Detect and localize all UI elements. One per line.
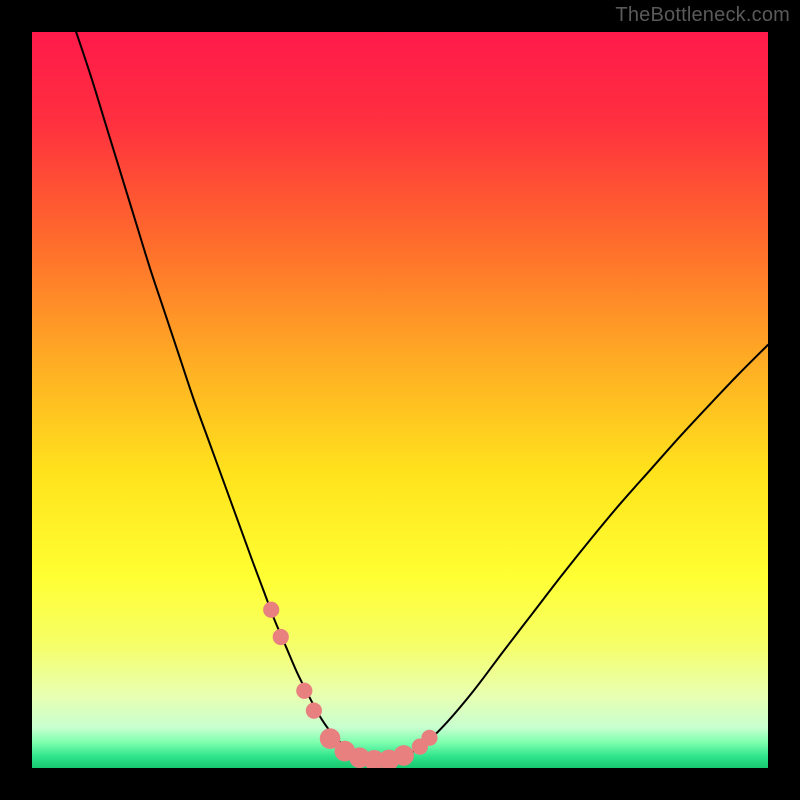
curve-marker	[393, 745, 414, 766]
curve-marker	[263, 602, 279, 618]
curve-marker	[421, 730, 437, 746]
chart-stage: TheBottleneck.com	[0, 0, 800, 800]
curve-marker	[306, 702, 322, 718]
curve-marker	[273, 629, 289, 645]
bottleneck-chart	[0, 0, 800, 800]
gradient-background	[32, 32, 768, 768]
curve-marker	[296, 683, 312, 699]
